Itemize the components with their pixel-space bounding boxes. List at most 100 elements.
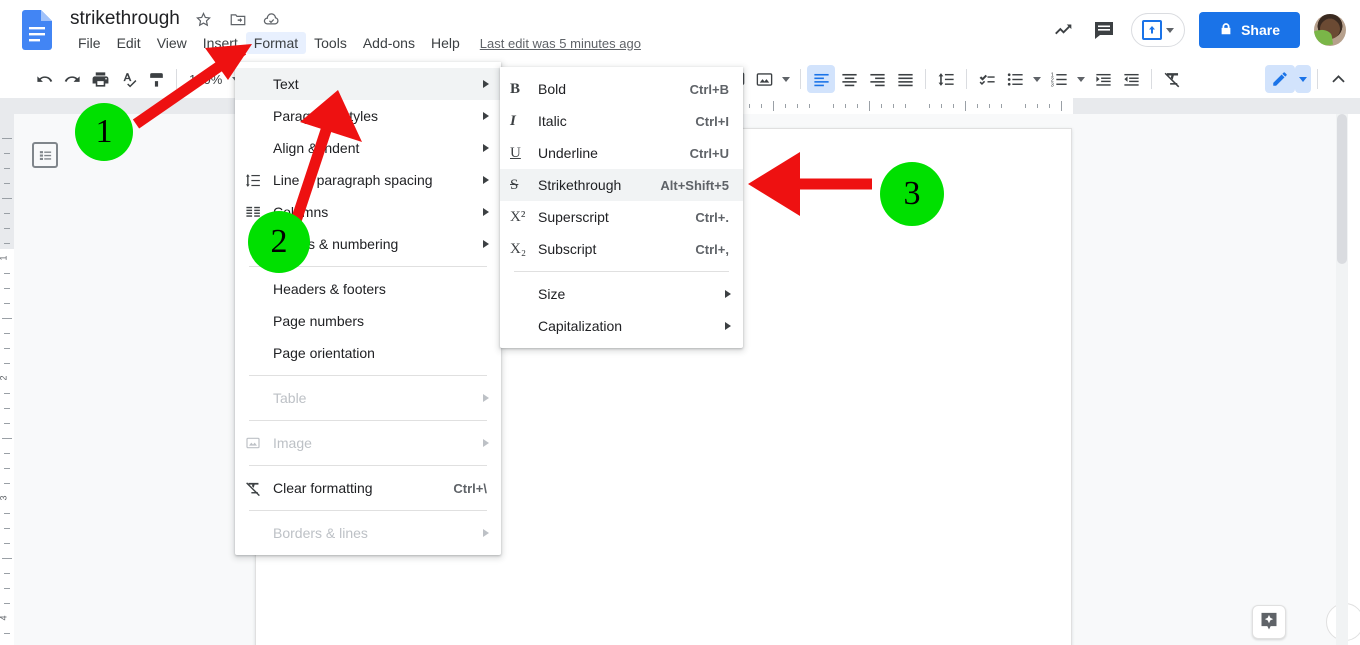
menu-accelerator: Ctrl+\ [453, 481, 501, 496]
chevron-down-icon[interactable] [1166, 28, 1174, 33]
menu-item-line-paragraph-spacing[interactable]: Line & paragraph spacing [235, 164, 501, 196]
menu-item-page-orientation[interactable]: Page orientation [235, 337, 501, 369]
menu-item-superscript[interactable]: X² Superscript Ctrl+. [500, 201, 743, 233]
clear-formatting-icon [245, 480, 273, 497]
menu-bar: File Edit View Insert Format Tools Add-o… [70, 32, 641, 54]
align-justify-button[interactable] [891, 65, 919, 93]
columns-icon [245, 204, 273, 221]
insert-image-button[interactable] [750, 65, 778, 93]
svg-text:3: 3 [1051, 82, 1054, 88]
menu-divider [514, 271, 729, 272]
menu-divider [249, 465, 487, 466]
menu-insert[interactable]: Insert [195, 32, 246, 54]
explore-icon[interactable] [1252, 605, 1286, 639]
menu-item-bullets-numbering[interactable]: Bullets & numbering [235, 228, 501, 260]
bulleted-list-button[interactable] [1001, 65, 1029, 93]
user-avatar[interactable] [1314, 14, 1346, 46]
zoom-selector[interactable]: 100% [183, 72, 228, 87]
redo-button[interactable] [58, 65, 86, 93]
bulleted-list-chevron-down-icon[interactable] [1029, 65, 1045, 93]
line-spacing-icon [245, 172, 273, 189]
align-center-button[interactable] [835, 65, 863, 93]
spelling-button[interactable] [114, 65, 142, 93]
print-button[interactable] [86, 65, 114, 93]
submenu-arrow-icon [483, 112, 489, 120]
editing-mode-chevron-down-icon[interactable] [1295, 65, 1311, 93]
activity-dashboard-icon[interactable] [1051, 17, 1077, 43]
menu-item-borders-lines: Borders & lines [235, 517, 501, 549]
underline-icon: U [510, 145, 538, 162]
menu-view[interactable]: View [149, 32, 195, 54]
menu-edit[interactable]: Edit [109, 32, 149, 54]
menu-divider [249, 510, 487, 511]
menu-tools[interactable]: Tools [306, 32, 355, 54]
menu-help[interactable]: Help [423, 32, 468, 54]
present-button[interactable] [1131, 13, 1185, 47]
menu-accelerator: Ctrl+B [690, 82, 743, 97]
share-button[interactable]: Share [1199, 12, 1300, 48]
star-icon[interactable] [194, 9, 214, 29]
move-to-folder-icon[interactable] [228, 9, 248, 29]
page-title[interactable]: strikethrough [70, 8, 180, 30]
google-docs-window: strikethrough File Edit View Insert Form… [0, 0, 1360, 645]
numbered-list-chevron-down-icon[interactable] [1073, 65, 1089, 93]
numbered-list-button[interactable]: 123 [1045, 65, 1073, 93]
menu-divider [249, 375, 487, 376]
scrollbar-thumb[interactable] [1337, 114, 1347, 264]
menu-item-columns[interactable]: Columns [235, 196, 501, 228]
menu-item-image: Image [235, 427, 501, 459]
menu-format[interactable]: Format [246, 32, 306, 54]
menu-accelerator: Ctrl+. [695, 210, 743, 225]
menu-item-paragraph-styles[interactable]: Paragraph styles [235, 100, 501, 132]
menu-item-headers-footers[interactable]: Headers & footers [235, 273, 501, 305]
menu-item-size[interactable]: Size [500, 278, 743, 310]
menu-item-subscript[interactable]: X₂ Subscript Ctrl+, [500, 233, 743, 265]
hide-menus-button[interactable] [1324, 65, 1352, 93]
align-left-button[interactable] [807, 65, 835, 93]
menu-item-text[interactable]: Text [235, 68, 501, 100]
image-chevron-down-icon[interactable] [778, 65, 794, 93]
cloud-saved-icon[interactable] [262, 9, 282, 29]
undo-button[interactable] [30, 65, 58, 93]
menu-item-align-indent[interactable]: Align & indent [235, 132, 501, 164]
menu-divider [249, 266, 487, 267]
menu-item-italic[interactable]: I Italic Ctrl+I [500, 105, 743, 137]
menu-item-strikethrough[interactable]: S Strikethrough Alt+Shift+5 [500, 169, 743, 201]
text-submenu-panel[interactable]: B Bold Ctrl+B I Italic Ctrl+I U Underlin… [500, 67, 743, 348]
increase-indent-button[interactable] [1117, 65, 1145, 93]
decrease-indent-button[interactable] [1089, 65, 1117, 93]
submenu-arrow-icon [483, 144, 489, 152]
submenu-arrow-icon [483, 439, 489, 447]
submenu-arrow-icon [483, 176, 489, 184]
menu-item-page-numbers[interactable]: Page numbers [235, 305, 501, 337]
checklist-button[interactable] [973, 65, 1001, 93]
italic-icon: I [510, 113, 538, 130]
menu-item-capitalization[interactable]: Capitalization [500, 310, 743, 342]
docs-file-icon[interactable] [22, 10, 52, 50]
menu-item-clear-formatting[interactable]: Clear formatting Ctrl+\ [235, 472, 501, 504]
menu-item-bold[interactable]: B Bold Ctrl+B [500, 73, 743, 105]
strikethrough-icon: S [510, 177, 538, 194]
image-icon [245, 435, 273, 451]
menu-add-ons[interactable]: Add-ons [355, 32, 423, 54]
show-document-outline-icon[interactable] [32, 142, 58, 168]
line-spacing-button[interactable] [932, 65, 960, 93]
last-edit-link[interactable]: Last edit was 5 minutes ago [480, 36, 641, 51]
comment-history-icon[interactable] [1091, 17, 1117, 43]
align-right-button[interactable] [863, 65, 891, 93]
clear-formatting-button[interactable] [1158, 65, 1186, 93]
superscript-icon: X² [510, 209, 538, 226]
menu-item-underline[interactable]: U Underline Ctrl+U [500, 137, 743, 169]
editing-mode-button[interactable] [1265, 65, 1295, 93]
app-header: strikethrough File Edit View Insert Form… [0, 0, 1360, 60]
paint-format-button[interactable] [142, 65, 170, 93]
document-title-row: strikethrough [70, 4, 282, 34]
menu-accelerator: Ctrl+I [695, 114, 743, 129]
vertical-scrollbar[interactable] [1336, 114, 1348, 645]
vertical-ruler[interactable]: 1234 [0, 114, 14, 645]
header-actions: Share [1051, 8, 1346, 52]
menu-file[interactable]: File [70, 32, 109, 54]
upload-present-icon [1142, 20, 1162, 40]
format-menu-panel[interactable]: Text Paragraph styles Align & indent Lin… [235, 62, 501, 555]
lock-icon [1219, 22, 1233, 39]
